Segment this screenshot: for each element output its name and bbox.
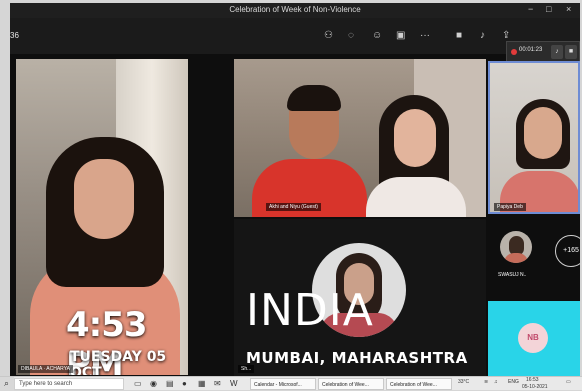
window-title: Celebration of Week of Non-Violence — [229, 5, 361, 14]
tray-time[interactable]: 16:53 — [526, 377, 539, 383]
recording-dot — [511, 49, 517, 55]
background-city-text: MUMBAI, MAHARASHTRA — [246, 349, 468, 367]
task-view-icon[interactable]: ▭ — [134, 379, 142, 389]
chrome-icon[interactable]: ● — [182, 379, 187, 389]
video-tile-active-speaker[interactable]: Papiya Deb — [488, 61, 580, 214]
participant-avatar-tile[interactable]: SWASUJ N.. — [498, 231, 536, 281]
title-bar: Celebration of Week of Non-Violence − □ … — [10, 3, 580, 18]
file-explorer-icon[interactable]: ▤ — [166, 379, 174, 389]
participant-name-label: Sh... — [238, 365, 255, 373]
camera-icon[interactable]: ■ — [456, 30, 462, 42]
avatar-body — [504, 253, 528, 263]
tray-temperature: 33°C — [458, 379, 470, 385]
participant-face — [524, 107, 562, 159]
participants-icon[interactable]: ⚇ — [324, 30, 333, 42]
teams-meeting-window: Celebration of Week of Non-Violence − □ … — [10, 3, 580, 376]
mail-icon[interactable]: ✉ — [214, 379, 221, 389]
taskbar-window-meeting[interactable]: Celebration of Wee... — [318, 378, 384, 390]
notifications-icon[interactable]: ▭ — [566, 379, 571, 385]
participant-face — [394, 109, 436, 167]
video-tile-left[interactable]: 4:53 PM TUESDAY 05 OCT DIBAULA · ACHARYA — [16, 59, 188, 375]
more-participants-badge[interactable]: +165 — [555, 235, 580, 267]
rooms-icon[interactable]: ▣ — [396, 30, 405, 42]
overlay-date: TUESDAY 05 OCT — [70, 349, 167, 375]
video-tile-initials[interactable]: NB — [488, 301, 580, 376]
close-icon[interactable]: × — [566, 4, 571, 14]
meeting-timer: 36 — [10, 31, 19, 40]
reactions-icon[interactable]: ☺ — [372, 30, 382, 42]
participant-name-label: SWASUJ N.. — [498, 272, 527, 278]
chat-icon[interactable]: ◌ — [348, 30, 354, 42]
tray-language[interactable]: ENG — [508, 379, 519, 385]
windows-taskbar: ⌕ Type here to search ▭ ◉ ▤ ● ▦ ✉ W Cale… — [0, 376, 582, 391]
participant-top — [366, 177, 466, 217]
tray-date[interactable]: 05-10-2021 — [522, 384, 548, 390]
participant-name-label: Akhi and Niyu (Guest) — [266, 203, 321, 211]
more-icon[interactable]: ··· — [420, 30, 430, 42]
initials-avatar: NB — [518, 323, 548, 353]
self-mic-icon[interactable]: ♪ — [551, 45, 563, 59]
maximize-icon[interactable]: □ — [546, 4, 551, 14]
recording-indicator: 00:01:23 ♪ ■ — [506, 41, 580, 63]
participant-name-label: Papiya Deb — [494, 203, 526, 211]
video-tile-background-card[interactable]: INDIA MUMBAI, MAHARASHTRA Sh... — [234, 219, 486, 376]
meeting-toolbar: 36 ⚇ ◌ ☺ ▣ ··· ■ ♪ ⇪ — [10, 18, 580, 54]
participant-hair — [287, 85, 341, 111]
edge-icon[interactable]: ◉ — [150, 379, 157, 389]
participant-name-label: DIBAULA · ACHARYA — [18, 365, 73, 373]
tray-volume-icon[interactable]: ♫ — [494, 379, 498, 385]
self-camera-icon[interactable]: ■ — [565, 45, 577, 59]
minimize-icon[interactable]: − — [528, 4, 533, 14]
recording-time: 00:01:23 — [519, 47, 543, 53]
word-icon[interactable]: W — [230, 379, 238, 389]
participant-face — [74, 159, 134, 239]
avatar — [500, 231, 532, 263]
taskbar-search-input[interactable]: Type here to search — [14, 378, 124, 390]
background-country-text: INDIA — [246, 285, 374, 336]
mic-icon[interactable]: ♪ — [480, 30, 485, 42]
tray-wifi-icon[interactable]: ≋ — [484, 379, 488, 385]
video-tile-couple[interactable]: Akhi and Niyu (Guest) — [234, 59, 486, 217]
taskbar-window-meeting[interactable]: Celebration of Wee... — [386, 378, 452, 390]
taskbar-window-calendar[interactable]: Calendar - Microsof... — [250, 378, 316, 390]
store-icon[interactable]: ▦ — [198, 379, 206, 389]
search-icon: ⌕ — [4, 378, 10, 388]
